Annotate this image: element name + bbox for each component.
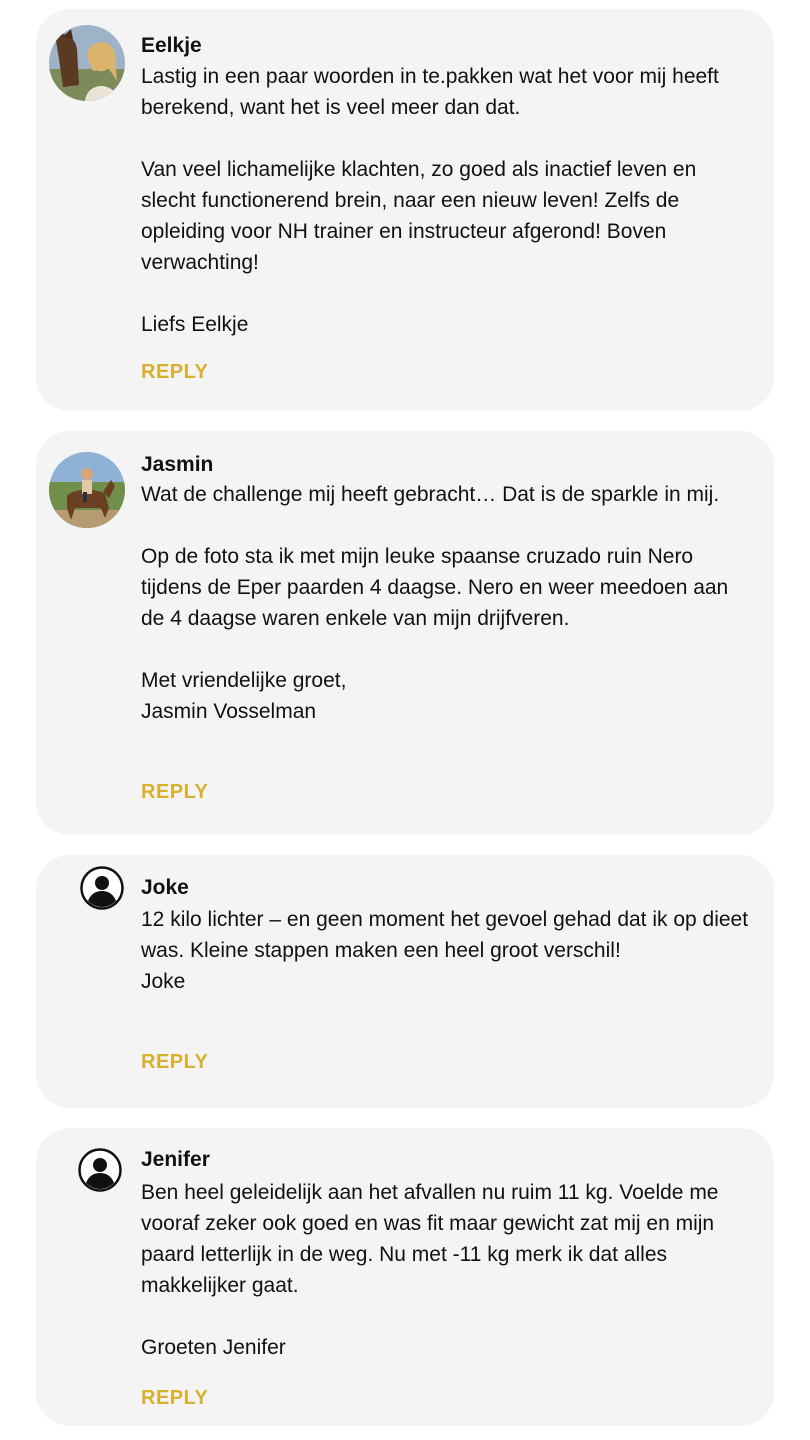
reply-button[interactable]: REPLY: [141, 780, 208, 804]
profile-photo-icon: [49, 25, 125, 101]
comment-paragraph: Lastig in een paar woorden in te.pakken …: [141, 65, 719, 119]
comment-paragraph: Op de foto sta ik met mijn leuke spaanse…: [141, 545, 729, 630]
comment-paragraph: Liefs Eelkje: [141, 313, 249, 336]
comment-paragraph: 12 kilo lichter – en geen moment het gev…: [141, 908, 749, 993]
reply-button[interactable]: REPLY: [141, 360, 208, 384]
comment-author: Eelkje: [141, 34, 202, 57]
comment-paragraph: Wat de challenge mij heeft gebracht… Dat…: [141, 483, 720, 506]
comment-paragraph: Ben heel geleidelijk aan het afvallen nu…: [141, 1181, 719, 1297]
avatar[interactable]: [49, 452, 125, 528]
comment-author: Jenifer: [141, 1148, 210, 1171]
default-user-icon: [78, 1148, 122, 1192]
avatar[interactable]: [49, 25, 125, 101]
comment-author: Jasmin: [141, 453, 214, 476]
comment-card: Jasmin Wat de challenge mij heeft gebrac…: [36, 431, 774, 835]
comment-author: Joke: [141, 876, 189, 899]
reply-button[interactable]: REPLY: [141, 1386, 208, 1410]
profile-photo-icon: [49, 452, 125, 528]
comment-paragraph: Groeten Jenifer: [141, 1336, 286, 1359]
comment-body: Ben heel geleidelijk aan het afvallen nu…: [141, 1177, 751, 1363]
comment-paragraph: Met vriendelijke groet, Jasmin Vosselman: [141, 669, 347, 723]
default-user-icon: [80, 866, 124, 910]
comment-body: Lastig in een paar woorden in te.pakken …: [141, 61, 751, 340]
avatar[interactable]: [80, 866, 124, 910]
comment-paragraph: Van veel lichamelijke klachten, zo goed …: [141, 158, 697, 274]
comment-card: Jenifer Ben heel geleidelijk aan het afv…: [36, 1128, 774, 1426]
comment-card: Eelkje Lastig in een paar woorden in te.…: [36, 9, 774, 411]
avatar[interactable]: [78, 1148, 122, 1192]
comment-card: Joke 12 kilo lichter – en geen moment he…: [36, 855, 774, 1108]
comment-body: 12 kilo lichter – en geen moment het gev…: [141, 904, 751, 997]
comment-body: Wat de challenge mij heeft gebracht… Dat…: [141, 479, 751, 727]
reply-button[interactable]: REPLY: [141, 1050, 208, 1074]
